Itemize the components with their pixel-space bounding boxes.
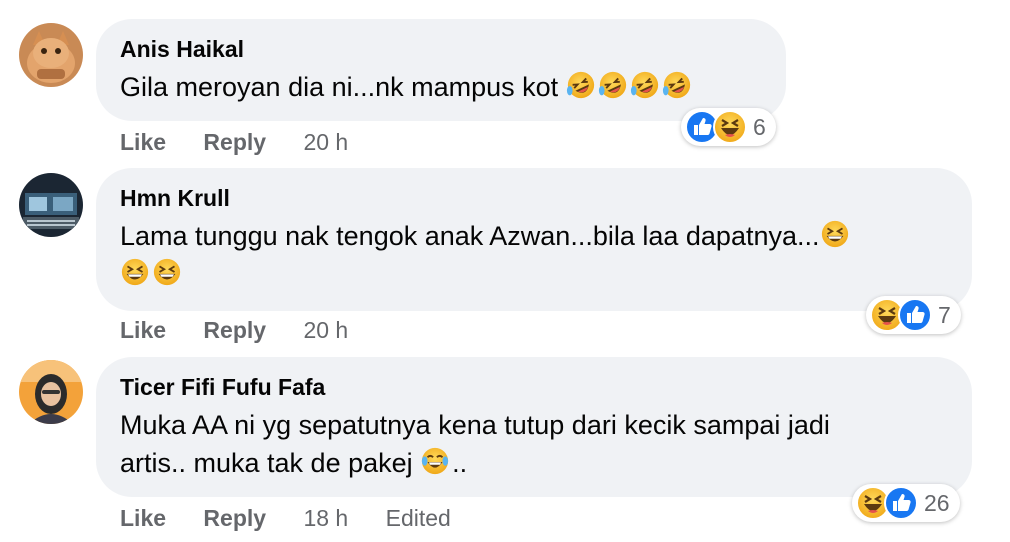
comment-bubble: Anis Haikal Gila meroyan dia ni...nk mam…	[96, 19, 786, 121]
comment-text: Muka AA ni yg sepatutnya kena tutup dari…	[120, 406, 946, 482]
rofl-emoji-icon	[662, 70, 692, 100]
avatar[interactable]	[19, 360, 83, 424]
reaction-summary[interactable]: 7	[866, 296, 961, 334]
author-name[interactable]: Anis Haikal	[120, 34, 760, 64]
author-name[interactable]: Ticer Fifi Fufu Fafa	[120, 372, 946, 402]
comment-text-line: Lama tunggu nak tengok anak Azwan...bila…	[120, 221, 820, 251]
comment-text-line: ..	[452, 448, 468, 478]
reaction-summary[interactable]: 26	[852, 484, 960, 522]
avatar[interactable]	[19, 173, 83, 237]
avatar[interactable]	[19, 23, 83, 87]
comment-actions: Like Reply 20 h	[120, 317, 379, 344]
timestamp[interactable]: 20 h	[303, 129, 348, 156]
grinning-squinting-emoji-icon	[152, 257, 182, 287]
like-button[interactable]: Like	[120, 129, 166, 156]
like-button[interactable]: Like	[120, 505, 166, 532]
comment-text: Lama tunggu nak tengok anak Azwan...bila…	[120, 217, 946, 293]
reaction-count: 7	[938, 301, 951, 328]
edited-label[interactable]: Edited	[386, 505, 451, 532]
comment-text-line: artis.. muka tak de pakej	[120, 448, 413, 478]
comment-bubble: Hmn Krull Lama tunggu nak tengok anak Az…	[96, 168, 972, 311]
tears-of-joy-emoji-icon	[420, 446, 450, 476]
timestamp[interactable]: 20 h	[303, 317, 348, 344]
reply-button[interactable]: Reply	[203, 317, 266, 344]
comment-actions: Like Reply 18 h Edited	[120, 505, 482, 532]
haha-icon	[713, 110, 747, 144]
grinning-squinting-emoji-icon	[120, 257, 150, 287]
rofl-emoji-icon	[566, 70, 596, 100]
comment-bubble: Ticer Fifi Fufu Fafa Muka AA ni yg sepat…	[96, 357, 972, 497]
comment-text-line: Muka AA ni yg sepatutnya kena tutup dari…	[120, 410, 830, 440]
reply-button[interactable]: Reply	[203, 505, 266, 532]
like-button[interactable]: Like	[120, 317, 166, 344]
comment-text-line: Gila meroyan dia ni...nk mampus kot	[120, 72, 559, 102]
timestamp[interactable]: 18 h	[303, 505, 348, 532]
reaction-summary[interactable]: 6	[681, 108, 776, 146]
reaction-count: 26	[924, 489, 950, 516]
like-icon	[898, 298, 932, 332]
comment-text: Gila meroyan dia ni...nk mampus kot	[120, 68, 760, 106]
like-icon	[884, 486, 918, 520]
comment-actions: Like Reply 20 h	[120, 129, 379, 156]
reaction-count: 6	[753, 113, 766, 140]
author-name[interactable]: Hmn Krull	[120, 183, 946, 213]
rofl-emoji-icon	[630, 70, 660, 100]
reply-button[interactable]: Reply	[203, 129, 266, 156]
grinning-squinting-emoji-icon	[820, 219, 850, 249]
rofl-emoji-icon	[598, 70, 628, 100]
